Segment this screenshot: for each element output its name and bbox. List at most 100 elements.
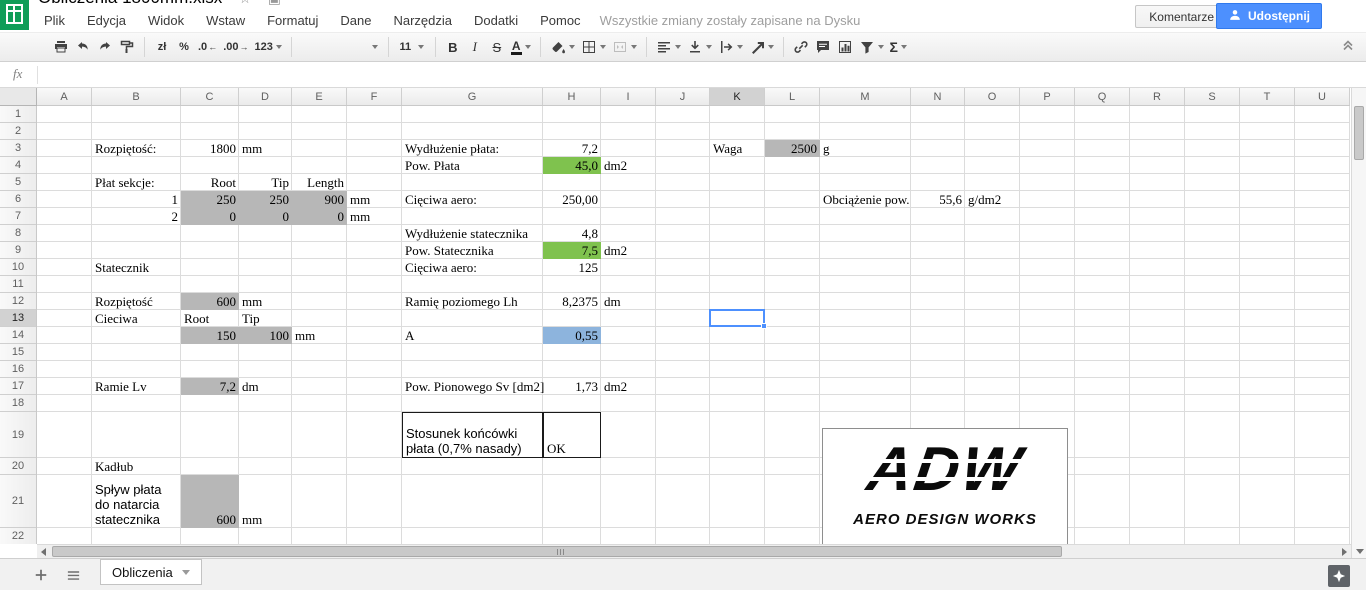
cell-G14[interactable]: A <box>402 327 543 344</box>
document-title-clipped[interactable]: Obliczenia 1800mm.xlsx ☆ ▣ <box>38 0 338 9</box>
cell-G6[interactable]: Cięciwa aero: <box>402 191 543 208</box>
comments-button[interactable]: Komentarze <box>1135 5 1228 28</box>
column-header-T[interactable]: T <box>1240 88 1295 105</box>
cell-F6[interactable]: mm <box>347 191 402 208</box>
cell-B6[interactable]: 1 <box>92 191 181 208</box>
cell-H6[interactable]: 250,00 <box>543 191 601 208</box>
menu-plik[interactable]: Plik <box>33 13 76 28</box>
more-formats-button[interactable]: 123 <box>251 35 284 59</box>
cell-E7[interactable]: 0 <box>292 208 347 225</box>
menu-pomoc[interactable]: Pomoc <box>529 13 591 28</box>
cell-G4[interactable]: Pow. Płata <box>402 157 543 174</box>
vertical-scrollbar-thumb[interactable] <box>1354 106 1364 160</box>
cell-B20[interactable]: Kadłub <box>92 458 181 475</box>
cell-C12[interactable]: 600 <box>181 293 239 310</box>
cell-I17[interactable]: dm2 <box>601 378 656 395</box>
menu-dane[interactable]: Dane <box>329 13 382 28</box>
insert-comment-icon[interactable] <box>812 35 834 59</box>
row-header-20[interactable]: 20 <box>0 458 36 475</box>
cell-H12[interactable]: 8,2375 <box>543 293 601 310</box>
cell-H9[interactable]: 7,5 <box>543 242 601 259</box>
sheet-tab-obliczenia[interactable]: Obliczenia <box>100 559 202 585</box>
cell-G9[interactable]: Pow. Statecznika <box>402 242 543 259</box>
row-header-9[interactable]: 9 <box>0 242 36 259</box>
row-header-10[interactable]: 10 <box>0 259 36 276</box>
column-header-K[interactable]: K <box>710 88 765 105</box>
cell-I12[interactable]: dm <box>601 293 656 310</box>
cell-D17[interactable]: dm <box>239 378 292 395</box>
explore-button[interactable] <box>1328 565 1350 587</box>
cell-B10[interactable]: Statecznik <box>92 259 181 276</box>
folder-icon[interactable]: ▣ <box>268 0 281 7</box>
cell-B13[interactable]: Cieciwa <box>92 310 181 327</box>
column-header-E[interactable]: E <box>292 88 347 105</box>
cell-K3[interactable]: Waga <box>710 140 765 157</box>
column-header-P[interactable]: P <box>1020 88 1075 105</box>
cell-B21[interactable]: Spływ płata do natarcia statecznika <box>92 475 181 528</box>
functions-button[interactable]: Σ <box>887 35 910 59</box>
row-header-17[interactable]: 17 <box>0 378 36 395</box>
scroll-left-arrow[interactable] <box>41 548 46 556</box>
cell-G3[interactable]: Wydłużenie płata: <box>402 140 543 157</box>
share-button[interactable]: Udostępnij <box>1216 3 1322 29</box>
borders-button[interactable] <box>578 35 609 59</box>
cell-B12[interactable]: Rozpiętość <box>92 293 181 310</box>
cell-D6[interactable]: 250 <box>239 191 292 208</box>
chevron-down-icon[interactable] <box>182 570 190 575</box>
cell-G10[interactable]: Cięciwa aero: <box>402 259 543 276</box>
font-family-dropdown[interactable] <box>298 36 382 58</box>
cell-D5[interactable]: Tip <box>239 174 292 191</box>
cell-C14[interactable]: 150 <box>181 327 239 344</box>
vertical-align-button[interactable] <box>684 35 715 59</box>
row-header-15[interactable]: 15 <box>0 344 36 361</box>
insert-link-icon[interactable] <box>790 35 812 59</box>
adw-logo-image[interactable]: ADW AERO DESIGN WORKS <box>822 428 1068 544</box>
grid-cells[interactable]: ADW AERO DESIGN WORKS Rozpiętość:1800mmP… <box>37 106 1350 544</box>
strikethrough-button[interactable]: S <box>486 35 508 59</box>
percent-format-button[interactable]: % <box>173 35 195 59</box>
cell-M6[interactable]: Obciążenie pow. <box>820 191 911 208</box>
cell-G12[interactable]: Ramię poziomego Lh <box>402 293 543 310</box>
column-header-G[interactable]: G <box>402 88 543 105</box>
row-header-8[interactable]: 8 <box>0 225 36 242</box>
cell-C13[interactable]: Root <box>181 310 239 327</box>
currency-format-button[interactable]: zł <box>151 35 173 59</box>
cell-O6[interactable]: g/dm2 <box>965 191 1020 208</box>
menu-edycja[interactable]: Edycja <box>76 13 137 28</box>
undo-icon[interactable] <box>72 35 94 59</box>
cell-D14[interactable]: 100 <box>239 327 292 344</box>
row-header-14[interactable]: 14 <box>0 327 36 344</box>
cell-N6[interactable]: 55,6 <box>911 191 965 208</box>
column-header-M[interactable]: M <box>820 88 911 105</box>
row-header-12[interactable]: 12 <box>0 293 36 310</box>
formula-input[interactable] <box>44 62 1344 87</box>
column-header-O[interactable]: O <box>965 88 1020 105</box>
cell-B5[interactable]: Płat sekcje: <box>92 174 181 191</box>
cell-F7[interactable]: mm <box>347 208 402 225</box>
selected-cell[interactable] <box>709 309 765 327</box>
cell-B17[interactable]: Ramie Lv <box>92 378 181 395</box>
scroll-right-arrow[interactable] <box>1342 548 1347 556</box>
row-header-21[interactable]: 21 <box>0 475 36 528</box>
cell-E6[interactable]: 900 <box>292 191 347 208</box>
row-header-3[interactable]: 3 <box>0 140 36 157</box>
redo-icon[interactable] <box>94 35 116 59</box>
cell-G8[interactable]: Wydłużenie statecznika <box>402 225 543 242</box>
sheets-logo-icon[interactable] <box>0 0 29 30</box>
print-icon[interactable] <box>50 35 72 59</box>
row-header-18[interactable]: 18 <box>0 395 36 412</box>
column-header-I[interactable]: I <box>601 88 656 105</box>
row-header-16[interactable]: 16 <box>0 361 36 378</box>
column-header-F[interactable]: F <box>347 88 402 105</box>
column-header-C[interactable]: C <box>181 88 239 105</box>
cell-D12[interactable]: mm <box>239 293 292 310</box>
row-header-11[interactable]: 11 <box>0 276 36 293</box>
collapse-toolbar-icon[interactable] <box>1340 37 1356 58</box>
column-header-B[interactable]: B <box>92 88 181 105</box>
insert-chart-icon[interactable] <box>834 35 856 59</box>
row-header-22[interactable]: 22 <box>0 528 36 544</box>
fill-color-button[interactable] <box>547 35 578 59</box>
cell-C6[interactable]: 250 <box>181 191 239 208</box>
add-sheet-button[interactable] <box>30 564 52 586</box>
cell-H8[interactable]: 4,8 <box>543 225 601 242</box>
